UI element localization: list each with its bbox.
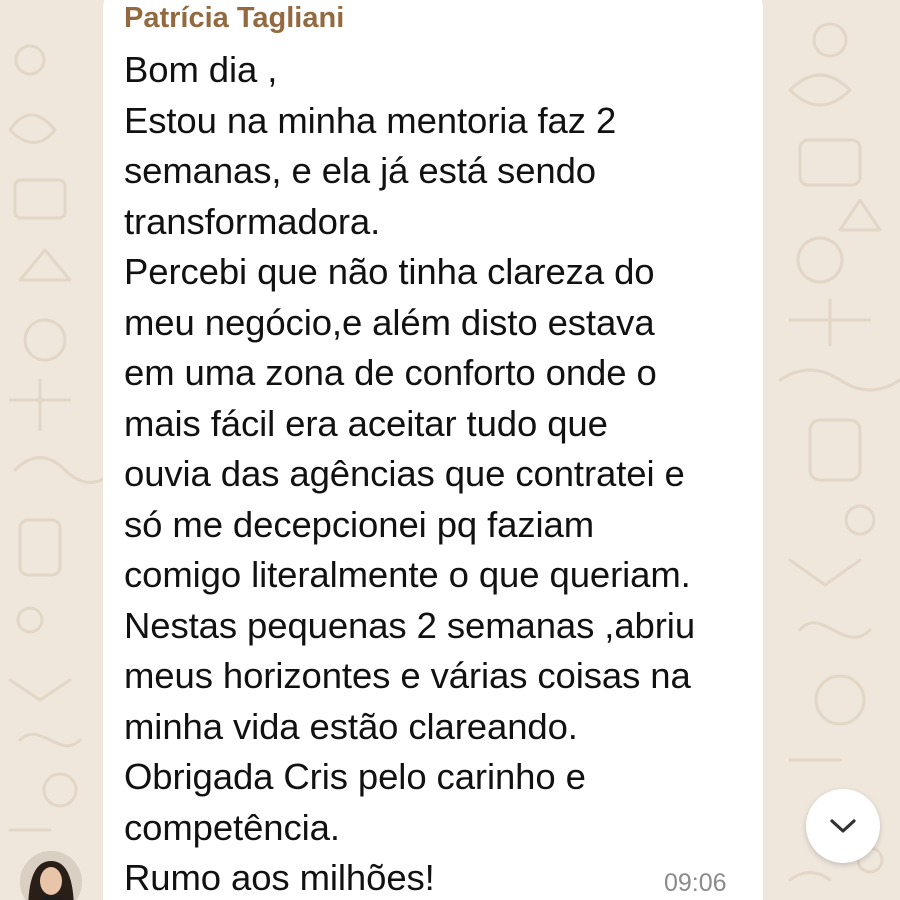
message-text: Bom dia , Estou na minha mentoria faz 2 …	[124, 45, 756, 900]
message-line: competência.	[124, 806, 340, 848]
message-line: meu negócio,e além disto estava	[124, 301, 655, 343]
message-line: semanas, e ela já está sendo	[124, 150, 597, 191]
message-line: Nestas pequenas 2 semanas ,abriu	[124, 604, 696, 646]
message-line: Rumo aos milhões!	[124, 857, 435, 898]
chevron-down-icon	[830, 819, 856, 833]
message-line: transformadora.	[124, 200, 381, 242]
sender-name[interactable]: Patrícia Tagliani	[124, 0, 344, 36]
message-line: ouvia das agências que contratei e	[124, 453, 685, 494]
message-line: Percebi que não tinha clareza do	[124, 251, 655, 292]
message-line: Estou na minha mentoria faz 2	[124, 99, 617, 141]
scroll-to-bottom-button[interactable]	[806, 789, 880, 863]
message-timestamp: 09:06	[664, 869, 727, 897]
message-line: só me decepcionei pq faziam	[124, 503, 595, 545]
message-line: minha vida estão clareando.	[124, 705, 578, 747]
message-line: comigo literalmente o que queriam.	[124, 554, 691, 595]
message-line: Obrigada Cris pelo carinho e	[124, 756, 586, 797]
message-line: meus horizontes e várias coisas na	[124, 655, 691, 696]
message-line: mais fácil era aceitar tudo que	[124, 402, 608, 444]
message-line: em uma zona de conforto onde o	[124, 352, 657, 393]
message-line: Bom dia ,	[124, 49, 278, 90]
